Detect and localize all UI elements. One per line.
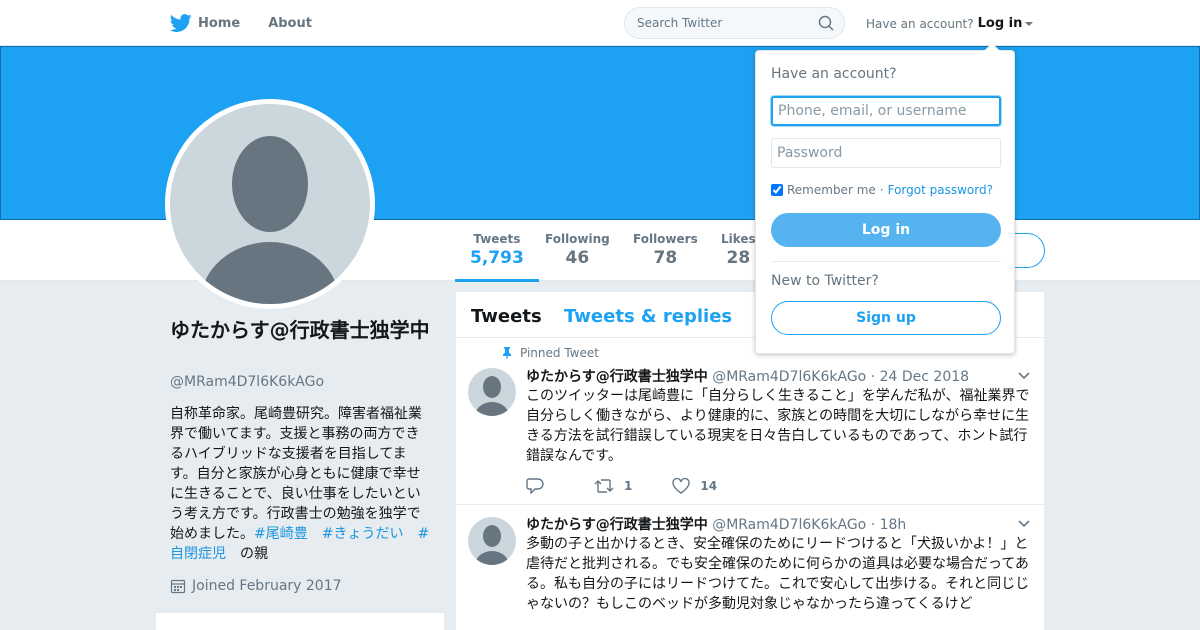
- reply-button[interactable]: [526, 478, 554, 494]
- remember-checkbox[interactable]: [771, 184, 783, 196]
- stat-label: Following: [545, 232, 610, 246]
- left-card: [156, 613, 444, 630]
- tweet-actions: 1 14: [526, 478, 757, 494]
- profile-avatar[interactable]: [165, 99, 375, 309]
- person-silhouette-icon: [475, 376, 509, 416]
- tweet-header: ゆたからす@行政書士独学中 @MRam4D7l6K6kAGo · 18h: [526, 514, 906, 534]
- stat-likes[interactable]: Likes 28: [721, 232, 756, 268]
- like-count: 14: [700, 479, 718, 493]
- like-button[interactable]: 14: [672, 478, 717, 494]
- tweet-header: ゆたからす@行政書士独学中 @MRam4D7l6K6kAGo · 24 Dec …: [526, 366, 969, 386]
- tweet-avatar[interactable]: [468, 368, 516, 416]
- search-input[interactable]: [625, 8, 805, 38]
- tweet-item[interactable]: Pinned Tweet ゆたからす@行政書士独学中 @MRam4D7l6K6k…: [456, 338, 1044, 505]
- pinned-text: Pinned Tweet: [520, 346, 599, 360]
- username-field[interactable]: [771, 96, 1001, 126]
- profile-bio: 自称革命家。尾崎豊研究。障害者福祉業界で働いてます。支援と事務の両方できるハイブ…: [170, 404, 430, 564]
- tab-tweets-replies[interactable]: Tweets & replies: [564, 306, 732, 327]
- tweet-avatar[interactable]: [468, 517, 516, 565]
- joined-text: Joined February 2017: [192, 578, 342, 594]
- nav-left: Home About: [170, 0, 340, 46]
- tweet-text: このツイッターは尾崎豊に「自分らしく生きること」を学んだ私が、福祉業界で自分らし…: [526, 388, 1030, 464]
- nav-home[interactable]: Home: [170, 12, 240, 34]
- password-field[interactable]: [771, 138, 1001, 168]
- top-nav: Home About Have an account? Log in: [0, 0, 1200, 46]
- person-silhouette-icon: [200, 136, 340, 304]
- calendar-icon: [170, 579, 186, 594]
- profile-handle[interactable]: @MRam4D7l6K6kAGo: [170, 374, 324, 390]
- divider: [771, 261, 1001, 262]
- chevron-down-icon[interactable]: [1018, 372, 1030, 380]
- remember-row: Remember me · Forgot password?: [771, 183, 993, 197]
- stat-label: Tweets: [473, 232, 521, 246]
- stat-value: 5,793: [470, 248, 524, 268]
- login-menu-link[interactable]: Log in: [978, 16, 1023, 31]
- stat-label: Likes: [721, 232, 756, 246]
- search-box: [624, 7, 845, 39]
- chevron-down-icon[interactable]: [1018, 520, 1030, 528]
- person-silhouette-icon: [475, 525, 509, 565]
- stat-value: 28: [726, 248, 751, 268]
- chevron-down-icon[interactable]: [1025, 21, 1034, 26]
- tab-tweets[interactable]: Tweets: [471, 306, 542, 327]
- tweet-author-name[interactable]: ゆたからす@行政書士独学中: [526, 369, 708, 385]
- new-to-twitter-text: New to Twitter?: [771, 273, 879, 289]
- default-avatar-icon: [170, 104, 370, 304]
- search-icon[interactable]: [818, 15, 834, 31]
- forgot-password-link[interactable]: Forgot password?: [888, 183, 993, 197]
- stat-value: 78: [653, 248, 678, 268]
- hashtag-link[interactable]: #尾崎豊: [254, 526, 308, 542]
- have-account-text: Have an account?: [866, 16, 974, 31]
- dropdown-title: Have an account?: [771, 66, 897, 82]
- stat-followers[interactable]: Followers 78: [633, 232, 698, 268]
- tweet-text: 多動の子と出かけるとき、安全確保のためにリードつけると「犬扱いかよ！」と虐待だと…: [526, 536, 1030, 612]
- stat-label: Followers: [633, 232, 698, 246]
- retweet-icon: [594, 479, 614, 493]
- retweet-count: 1: [624, 479, 633, 493]
- retweet-button[interactable]: 1: [594, 478, 632, 494]
- tweet-author-handle[interactable]: @MRam4D7l6K6kAGo: [712, 369, 866, 385]
- reply-icon: [526, 478, 544, 494]
- pin-icon: [503, 347, 511, 359]
- bio-text: 自称革命家。尾崎豊研究。障害者福祉業界で働いてます。支援と事務の両方できるハイブ…: [170, 406, 422, 542]
- bio-suffix: の親: [240, 546, 268, 562]
- profile-name: ゆたからす@行政書士独学中: [170, 318, 430, 342]
- account-area: Have an account? Log in: [866, 16, 1034, 31]
- heart-icon: [672, 478, 691, 494]
- separator-dot: ·: [879, 183, 884, 197]
- login-button[interactable]: Log in: [771, 213, 1001, 247]
- pinned-label: Pinned Tweet: [502, 346, 599, 360]
- twitter-bird-icon: [170, 14, 192, 32]
- nav-home-label: Home: [198, 15, 241, 31]
- tweet-author-handle[interactable]: @MRam4D7l6K6kAGo: [712, 517, 866, 533]
- tweet-time[interactable]: · 24 Dec 2018: [871, 369, 969, 385]
- nav-about[interactable]: About: [268, 16, 312, 31]
- remember-label[interactable]: Remember me: [787, 183, 876, 197]
- stat-following[interactable]: Following 46: [545, 232, 610, 268]
- stat-value: 46: [565, 248, 590, 268]
- stat-tweets[interactable]: Tweets 5,793: [455, 232, 539, 282]
- signup-button[interactable]: Sign up: [771, 301, 1001, 335]
- tweet-author-name[interactable]: ゆたからす@行政書士独学中: [526, 517, 708, 533]
- hashtag-link[interactable]: #きょうだい: [322, 526, 404, 542]
- joined-date: Joined February 2017: [170, 578, 342, 594]
- login-dropdown: Have an account? Remember me · Forgot pa…: [755, 43, 1015, 354]
- tweet-item[interactable]: ゆたからす@行政書士独学中 @MRam4D7l6K6kAGo · 18h 多動の…: [456, 505, 1044, 630]
- tweet-time[interactable]: · 18h: [871, 517, 907, 533]
- nav-about-label: About: [268, 15, 312, 31]
